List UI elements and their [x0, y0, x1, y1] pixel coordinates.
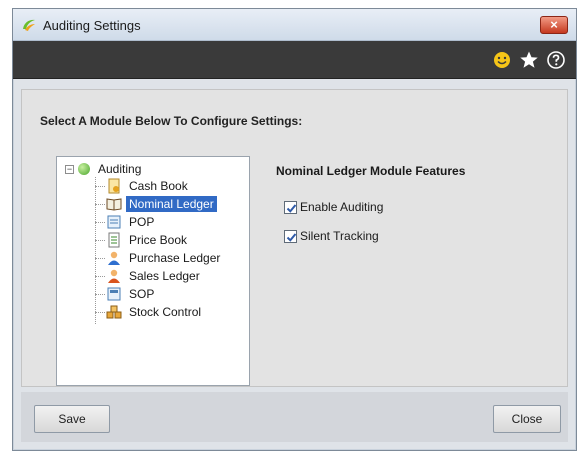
window-title: Auditing Settings: [43, 18, 141, 33]
tree-branch: [95, 185, 105, 187]
settings-panel: Select A Module Below To Configure Setti…: [21, 89, 568, 387]
enable-auditing-checkbox[interactable]: [284, 200, 297, 214]
pop-icon: [106, 214, 122, 230]
tree-item-label: Stock Control: [129, 305, 202, 319]
enable-auditing-option[interactable]: Enable Auditing: [284, 200, 383, 214]
tree-item-cash-book[interactable]: Cash Book: [95, 177, 191, 195]
dialog-footer: Save Close: [21, 392, 568, 442]
help-icon[interactable]: [546, 50, 566, 70]
tree-item-nominal-ledger[interactable]: Nominal Ledger: [95, 195, 217, 213]
star-icon[interactable]: [519, 50, 539, 70]
close-button[interactable]: Close: [493, 405, 561, 433]
tree-branch: [95, 293, 105, 295]
silent-tracking-label: Silent Tracking: [300, 229, 379, 243]
tree-item-purchase-ledger[interactable]: Purchase Ledger: [95, 249, 223, 267]
cash-book-icon: [106, 178, 122, 194]
tree-branch: [95, 275, 105, 277]
sop-icon: [106, 286, 122, 302]
tree-root-auditing[interactable]: − Auditing: [65, 161, 144, 177]
tree-item-sales-ledger[interactable]: Sales Ledger: [95, 267, 203, 285]
tree-item-label: Price Book: [129, 233, 188, 247]
tree-item-stock-control[interactable]: Stock Control: [95, 303, 204, 321]
tree-item-pop[interactable]: POP: [95, 213, 157, 231]
tree-branch: [95, 203, 105, 205]
toolbar: [13, 41, 576, 79]
page-heading: Select A Module Below To Configure Setti…: [40, 114, 303, 128]
purchase-ledger-icon: [106, 250, 122, 266]
collapse-icon[interactable]: −: [65, 164, 74, 174]
auditing-settings-window: Auditing Settings × Select A Module Belo…: [12, 8, 577, 451]
features-title: Nominal Ledger Module Features: [276, 164, 466, 178]
save-button[interactable]: Save: [34, 405, 110, 433]
tree-item-label: Purchase Ledger: [129, 251, 221, 265]
stock-control-icon: [106, 304, 122, 320]
tree-root-label: Auditing: [98, 162, 142, 176]
silent-tracking-checkbox[interactable]: [284, 229, 297, 243]
module-tree[interactable]: − Auditing Cash Book Nominal Ledger POP …: [56, 156, 250, 386]
auditing-root-icon: [78, 163, 90, 175]
tree-item-sop[interactable]: SOP: [95, 285, 157, 303]
sales-ledger-icon: [106, 268, 122, 284]
app-logo-icon: [21, 17, 37, 33]
nominal-ledger-icon: [106, 196, 122, 212]
price-book-icon: [106, 232, 122, 248]
close-icon: ×: [550, 17, 558, 32]
tree-item-label: POP: [129, 215, 155, 229]
tree-item-label: SOP: [129, 287, 155, 301]
title-bar[interactable]: Auditing Settings ×: [13, 9, 576, 41]
tree-branch: [95, 257, 105, 259]
tree-item-label: Cash Book: [129, 179, 188, 193]
tree-branch: [95, 311, 105, 313]
smiley-icon[interactable]: [492, 50, 512, 70]
tree-branch: [95, 221, 105, 223]
tree-branch: [95, 239, 105, 241]
silent-tracking-option[interactable]: Silent Tracking: [284, 229, 379, 243]
tree-item-label: Sales Ledger: [129, 269, 200, 283]
window-close-button[interactable]: ×: [540, 16, 568, 34]
enable-auditing-label: Enable Auditing: [300, 200, 384, 214]
tree-item-label: Nominal Ledger: [126, 196, 217, 212]
tree-item-price-book[interactable]: Price Book: [95, 231, 190, 249]
